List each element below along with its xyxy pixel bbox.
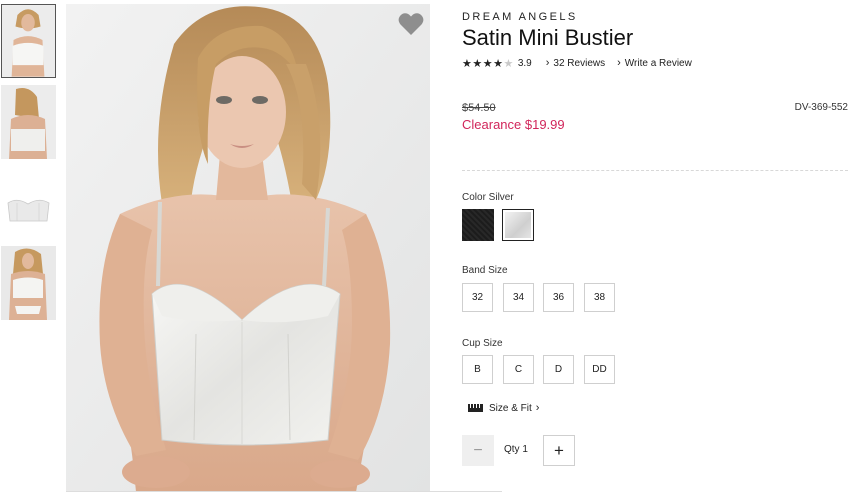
cup-size-option[interactable]: C bbox=[503, 355, 534, 384]
band-size-option[interactable]: 36 bbox=[543, 283, 574, 312]
thumbnail-4[interactable] bbox=[1, 246, 56, 320]
thumbnail-3-image bbox=[1, 167, 56, 241]
qty-decrement-button[interactable]: − bbox=[462, 435, 494, 466]
band-size-option[interactable]: 32 bbox=[462, 283, 493, 312]
favorite-button[interactable] bbox=[398, 12, 424, 36]
qty-increment-button[interactable]: + bbox=[543, 435, 575, 466]
thumbnail-2[interactable] bbox=[1, 85, 56, 159]
band-size-label: Band Size bbox=[462, 265, 508, 276]
clearance-price: Clearance $19.99 bbox=[462, 117, 565, 132]
section-divider bbox=[462, 170, 848, 171]
cup-size-option[interactable]: B bbox=[462, 355, 493, 384]
reviews-link[interactable]: › 32 Reviews bbox=[546, 57, 605, 69]
thumbnail-1-image bbox=[2, 5, 55, 77]
chevron-right-icon: › bbox=[617, 57, 621, 69]
cup-size-option[interactable]: D bbox=[543, 355, 574, 384]
rating-row: ★★★★★ 3.9 › 32 Reviews › Write a Review bbox=[462, 56, 692, 70]
chevron-right-icon: › bbox=[545, 57, 550, 69]
original-price: $54.50 bbox=[462, 102, 496, 114]
cup-size-option[interactable]: DD bbox=[584, 355, 615, 384]
thumbnail-2-image bbox=[1, 85, 56, 159]
reviews-link-label: 32 Reviews bbox=[553, 57, 606, 69]
write-review-label: Write a Review bbox=[624, 57, 692, 69]
band-size-option[interactable]: 38 bbox=[584, 283, 615, 312]
color-label: Color Silver bbox=[462, 192, 514, 203]
color-swatch-silver[interactable] bbox=[502, 209, 534, 241]
thumbnail-1[interactable] bbox=[1, 4, 56, 78]
product-title: Satin Mini Bustier bbox=[462, 25, 634, 50]
qty-value: Qty 1 bbox=[504, 444, 528, 455]
bottom-divider bbox=[66, 491, 502, 492]
chevron-right-icon: › bbox=[535, 402, 540, 414]
band-size-option[interactable]: 34 bbox=[503, 283, 534, 312]
color-swatch-black[interactable] bbox=[462, 209, 494, 241]
write-review-link[interactable]: › Write a Review bbox=[617, 57, 692, 69]
size-fit-label: Size & Fit bbox=[489, 402, 532, 414]
thumbnail-3[interactable] bbox=[1, 167, 56, 241]
heart-icon bbox=[398, 13, 424, 36]
product-sku: DV-369-552 bbox=[794, 102, 848, 113]
main-product-image bbox=[66, 4, 430, 492]
brand-name: DREAM ANGELS bbox=[462, 11, 578, 23]
thumbnail-4-image bbox=[1, 246, 56, 320]
model-photo bbox=[66, 4, 430, 492]
size-fit-link[interactable]: Size & Fit › bbox=[468, 402, 539, 414]
cup-size-label: Cup Size bbox=[462, 338, 503, 349]
swatch-silver-fill bbox=[505, 212, 531, 238]
ruler-icon bbox=[468, 404, 483, 412]
rating-value: 3.9 bbox=[517, 57, 532, 69]
star-rating-icon: ★★★★★ bbox=[462, 57, 514, 70]
